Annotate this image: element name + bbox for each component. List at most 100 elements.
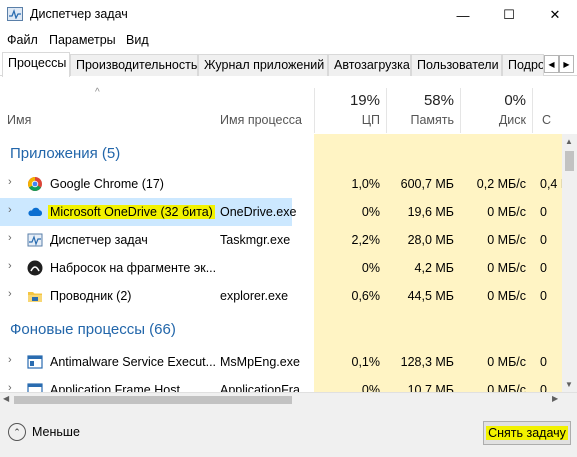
- column-network[interactable]: С: [532, 77, 562, 133]
- scroll-up-icon[interactable]: ▲: [565, 137, 573, 146]
- disk-label: Диск: [498, 113, 526, 127]
- end-task-label: Снять задачу: [486, 426, 568, 440]
- chevron-right-icon: ▶: [563, 59, 570, 69]
- column-name[interactable]: Имя: [7, 113, 31, 127]
- horizontal-scrollbar[interactable]: ◀ ▶: [0, 392, 577, 407]
- cpu-value: 0,1%: [351, 355, 381, 369]
- process-name: Microsoft OneDrive (32 бита): [48, 205, 215, 219]
- network-value: 0,4 М: [540, 177, 562, 191]
- chevron-right-icon[interactable]: ›: [8, 176, 12, 188]
- window-title: Диспетчер задач: [30, 7, 128, 21]
- title-bar: Диспетчер задач — ☐ ✕: [0, 0, 577, 30]
- column-divider: [460, 88, 461, 133]
- table-row[interactable]: › Google Chrome (17) 1,0% 600,7 МБ 0,2 М…: [0, 170, 562, 198]
- cpu-value: 2,2%: [351, 233, 381, 247]
- close-icon: ✕: [549, 7, 561, 22]
- fewer-details-link[interactable]: Меньше: [32, 425, 80, 439]
- scroll-down-icon[interactable]: ▼: [565, 380, 573, 389]
- memory-total: 58%: [423, 92, 454, 109]
- scrollbar-thumb[interactable]: [14, 396, 292, 404]
- disk-value: 0 МБ/с: [487, 383, 526, 392]
- tab-performance[interactable]: Производительность: [70, 54, 198, 76]
- tab-startup[interactable]: Автозагрузка: [328, 54, 411, 76]
- task-manager-app-icon: [7, 7, 23, 21]
- memory-value: 28,0 МБ: [407, 233, 454, 247]
- scroll-right-icon[interactable]: ▶: [552, 394, 558, 403]
- table-row[interactable]: › Antimalware Service Execut... MsMpEng.…: [0, 348, 562, 376]
- menu-file[interactable]: Файл: [7, 33, 38, 47]
- menu-view[interactable]: Вид: [126, 33, 149, 47]
- column-process-name[interactable]: Имя процесса: [220, 113, 302, 127]
- taskmgr-icon: [27, 233, 43, 247]
- chevron-up-circle-icon[interactable]: ⌃: [8, 423, 26, 441]
- memory-value: 600,7 МБ: [400, 177, 454, 191]
- disk-value: 0 МБ/с: [487, 355, 526, 369]
- tab-processes[interactable]: Процессы: [2, 52, 70, 77]
- tab-bar: Процессы Производительность Журнал прило…: [0, 52, 577, 77]
- disk-value: 0 МБ/с: [487, 261, 526, 275]
- explorer-icon: [28, 292, 42, 302]
- chevron-right-icon[interactable]: ›: [8, 204, 12, 216]
- chrome-icon: [28, 177, 42, 191]
- tab-users[interactable]: Пользователи: [411, 54, 502, 76]
- column-memory[interactable]: 58% Память: [386, 77, 460, 133]
- process-list: Приложения (5) › Google Chrome (17) 1,0%…: [0, 134, 562, 392]
- network-value: 0: [540, 355, 547, 369]
- table-row[interactable]: › Microsoft OneDrive (32 бита) OneDrive.…: [0, 198, 562, 226]
- memory-value: 128,3 МБ: [400, 355, 454, 369]
- tab-scroll-left-button[interactable]: ◀: [544, 55, 559, 73]
- network-value: 0: [540, 205, 547, 219]
- chevron-right-icon[interactable]: ›: [8, 232, 12, 244]
- table-row[interactable]: › Набросок на фрагменте эк... 0% 4,2 МБ …: [0, 254, 562, 282]
- tab-details[interactable]: Подро: [502, 54, 544, 76]
- process-image: explorer.exe: [220, 289, 289, 303]
- column-divider: [314, 88, 315, 133]
- chevron-right-icon[interactable]: ›: [8, 260, 12, 272]
- memory-value: 44,5 МБ: [407, 289, 454, 303]
- snip-icon: [27, 260, 43, 276]
- table-row[interactable]: › Диспетчер задач Taskmgr.exe 2,2% 28,0 …: [0, 226, 562, 254]
- disk-value: 0 МБ/с: [487, 233, 526, 247]
- tab-app-history[interactable]: Журнал приложений: [198, 54, 328, 76]
- minimize-button[interactable]: —: [440, 0, 486, 30]
- scrollbar-thumb[interactable]: [565, 151, 574, 171]
- maximize-icon: ☐: [503, 7, 515, 22]
- table-row[interactable]: › Application Frame Host ApplicationFra.…: [0, 376, 562, 392]
- chevron-right-icon[interactable]: ›: [8, 354, 12, 366]
- process-image: ApplicationFra...: [220, 383, 311, 392]
- footer-bar: ⌃ Меньше Снять задачу: [0, 407, 577, 457]
- column-cpu[interactable]: 19% ЦП: [314, 77, 386, 133]
- menu-bar: Файл Параметры Вид: [0, 30, 577, 52]
- disk-total: 0%: [504, 92, 526, 109]
- process-image: OneDrive.exe: [220, 205, 297, 219]
- column-disk[interactable]: 0% Диск: [460, 77, 532, 133]
- table-row[interactable]: › Проводник (2) explorer.exe 0,6% 44,5 М…: [0, 282, 562, 310]
- chevron-right-icon[interactable]: ›: [8, 382, 12, 392]
- disk-value: 0 МБ/с: [487, 289, 526, 303]
- process-name: Application Frame Host: [50, 383, 180, 392]
- tab-scroll-right-button[interactable]: ▶: [559, 55, 574, 73]
- scroll-left-icon[interactable]: ◀: [3, 394, 9, 403]
- process-image: Taskmgr.exe: [220, 233, 291, 247]
- process-name: Google Chrome (17): [50, 177, 164, 191]
- cpu-label: ЦП: [361, 113, 380, 127]
- disk-value: 0 МБ/с: [487, 205, 526, 219]
- onedrive-icon: [28, 207, 43, 216]
- network-label: С: [542, 113, 552, 127]
- disk-value: 0,2 МБ/с: [476, 177, 526, 191]
- column-divider: [532, 88, 533, 133]
- menu-options[interactable]: Параметры: [49, 33, 116, 47]
- vertical-scrollbar[interactable]: ▲ ▼: [562, 134, 577, 392]
- end-task-button[interactable]: Снять задачу: [483, 421, 571, 445]
- chevron-right-icon[interactable]: ›: [8, 288, 12, 300]
- maximize-button[interactable]: ☐: [486, 0, 532, 30]
- process-name: Набросок на фрагменте эк...: [50, 261, 217, 275]
- network-value: 0: [540, 261, 547, 275]
- process-image: MsMpEng.exe: [220, 355, 300, 369]
- column-divider: [386, 88, 387, 133]
- network-value: 0: [540, 289, 547, 303]
- close-button[interactable]: ✕: [532, 0, 577, 30]
- appframe-icon: [27, 383, 43, 392]
- cpu-value: 0,6%: [351, 289, 381, 303]
- network-value: 0: [540, 233, 547, 247]
